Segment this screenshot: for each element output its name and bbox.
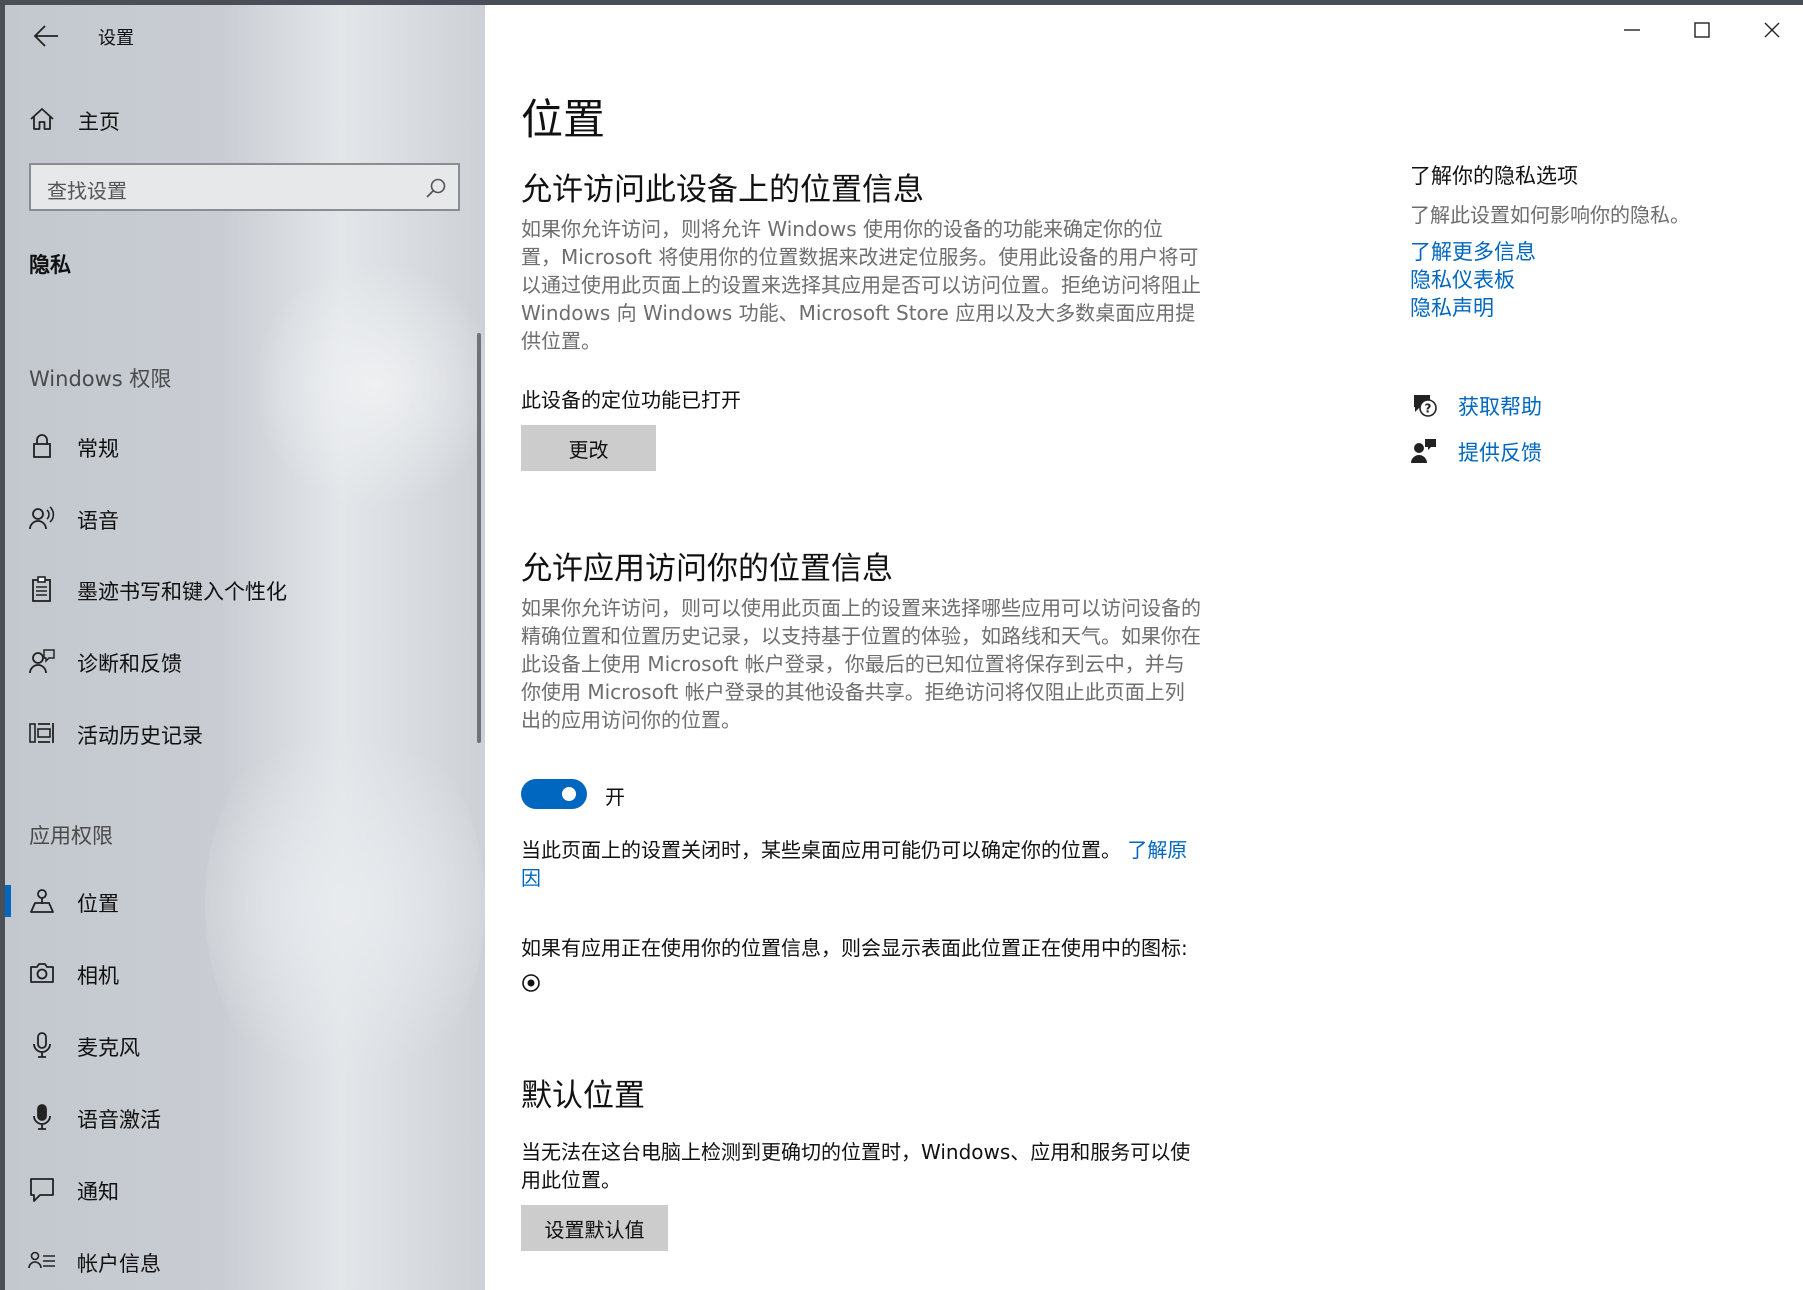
diagnostics-icon [29, 649, 55, 674]
sidebar-item-microphone[interactable]: 麦克风 [5, 1019, 485, 1071]
clipboard-icon [32, 576, 51, 602]
sidebar-item-voice-activation[interactable]: 语音激活 [5, 1091, 485, 1143]
sidebar-item-activity-history[interactable]: 活动历史记录 [5, 707, 485, 759]
desktop-apps-note: 当此页面上的设置关闭时，某些桌面应用可能仍可以确定你的位置。 了解原因 [521, 836, 1201, 892]
sidebar-item-label: 相机 [77, 964, 119, 988]
home-icon [30, 108, 54, 130]
location-icon [30, 889, 54, 913]
minimize-icon[interactable] [1620, 18, 1644, 42]
device-access-description: 如果你允许访问，则将允许 Windows 使用你的设备的功能来确定你的位置，Mi… [521, 217, 1201, 353]
feedback-icon [1411, 439, 1436, 463]
get-help-label: 获取帮助 [1458, 395, 1542, 419]
windows-permissions-heading: Windows 权限 [29, 367, 172, 391]
sidebar-item-label: 主页 [78, 110, 120, 134]
window-left-border [0, 0, 5, 1290]
activity-history-icon [29, 723, 54, 743]
account-info-icon [28, 1251, 55, 1269]
search-icon[interactable] [424, 176, 448, 200]
camera-icon [30, 963, 54, 983]
maximize-icon[interactable] [1690, 18, 1714, 42]
sidebar-item-diagnostics[interactable]: 诊断和反馈 [5, 635, 485, 687]
location-in-use-icon [522, 974, 540, 992]
category-heading: 隐私 [29, 253, 71, 277]
voice-activation-icon [33, 1104, 51, 1130]
speech-icon [29, 506, 55, 530]
notification-icon [30, 1178, 54, 1202]
set-default-button[interactable]: 设置默认值 [521, 1205, 668, 1251]
sidebar-item-camera[interactable]: 相机 [5, 947, 485, 999]
toggle-knob [562, 787, 576, 801]
app-permissions-heading: 应用权限 [29, 824, 113, 848]
close-icon[interactable] [1760, 18, 1784, 42]
sidebar-item-home[interactable]: 主页 [5, 93, 485, 145]
default-location-heading: 默认位置 [521, 1078, 645, 1114]
sidebar-item-label: 活动历史记录 [77, 724, 203, 748]
change-button[interactable]: 更改 [521, 425, 656, 471]
app-access-heading: 允许应用访问你的位置信息 [521, 551, 893, 587]
in-use-icon-note: 如果有应用正在使用你的位置信息，则会显示表面此位置正在使用中的图标: [521, 930, 1201, 1002]
sidebar-item-speech[interactable]: 语音 [5, 492, 485, 544]
sidebar-item-label: 诊断和反馈 [77, 652, 182, 676]
sidebar-item-label: 通知 [77, 1180, 119, 1204]
give-feedback-label: 提供反馈 [1458, 441, 1542, 465]
window-title: 设置 [98, 28, 134, 49]
learn-more-link[interactable]: 了解更多信息 [1410, 236, 1536, 266]
get-help-icon: ? [1414, 395, 1437, 417]
sidebar-item-location[interactable]: 位置 [5, 875, 485, 927]
sidebar-item-label: 位置 [77, 892, 119, 916]
sidebar-item-label: 语音激活 [77, 1108, 161, 1132]
sidebar-item-general[interactable]: 常规 [5, 420, 485, 472]
sidebar-item-label: 麦克风 [77, 1036, 140, 1060]
sidebar-item-notifications[interactable]: 通知 [5, 1163, 485, 1215]
search-input[interactable]: 查找设置 [29, 163, 460, 211]
sidebar-item-inking[interactable]: 墨迹书写和键入个性化 [5, 563, 485, 615]
sidebar-scrollbar[interactable] [477, 333, 481, 743]
desktop-apps-note-text: 当此页面上的设置关闭时，某些桌面应用可能仍可以确定你的位置。 [521, 838, 1121, 862]
default-location-description: 当无法在这台电脑上检测到更确切的位置时，Windows、应用和服务可以使用此位置… [521, 1140, 1191, 1192]
microphone-icon [33, 1032, 51, 1058]
svg-text:?: ? [1425, 402, 1432, 416]
privacy-options-description: 了解此设置如何影响你的隐私。 [1410, 203, 1690, 227]
device-location-status: 此设备的定位功能已打开 [521, 388, 741, 412]
lock-icon [33, 434, 51, 458]
back-arrow-icon[interactable] [31, 23, 61, 49]
sidebar-item-account-info[interactable]: 帐户信息 [5, 1235, 485, 1287]
privacy-dashboard-link[interactable]: 隐私仪表板 [1410, 264, 1515, 294]
privacy-statement-link[interactable]: 隐私声明 [1410, 292, 1494, 322]
page-title: 位置 [521, 95, 606, 144]
sidebar-item-label: 帐户信息 [77, 1252, 161, 1276]
toggle-state-label: 开 [605, 785, 625, 809]
in-use-icon-note-text: 如果有应用正在使用你的位置信息，则会显示表面此位置正在使用中的图标: [521, 936, 1188, 960]
privacy-options-heading: 了解你的隐私选项 [1410, 164, 1578, 188]
sidebar: 设置 主页 查找设置 隐私 Windows 权限 常规 语音 墨迹书写和键入个性… [5, 5, 485, 1290]
app-access-description: 如果你允许访问，则可以使用此页面上的设置来选择哪些应用可以访问设备的精确位置和位… [521, 596, 1201, 732]
sidebar-item-label: 墨迹书写和键入个性化 [77, 580, 287, 604]
sidebar-item-label: 语音 [77, 509, 119, 533]
device-access-heading: 允许访问此设备上的位置信息 [521, 172, 924, 208]
sidebar-item-label: 常规 [77, 437, 119, 461]
location-access-toggle[interactable] [521, 779, 587, 809]
search-placeholder: 查找设置 [47, 179, 127, 203]
